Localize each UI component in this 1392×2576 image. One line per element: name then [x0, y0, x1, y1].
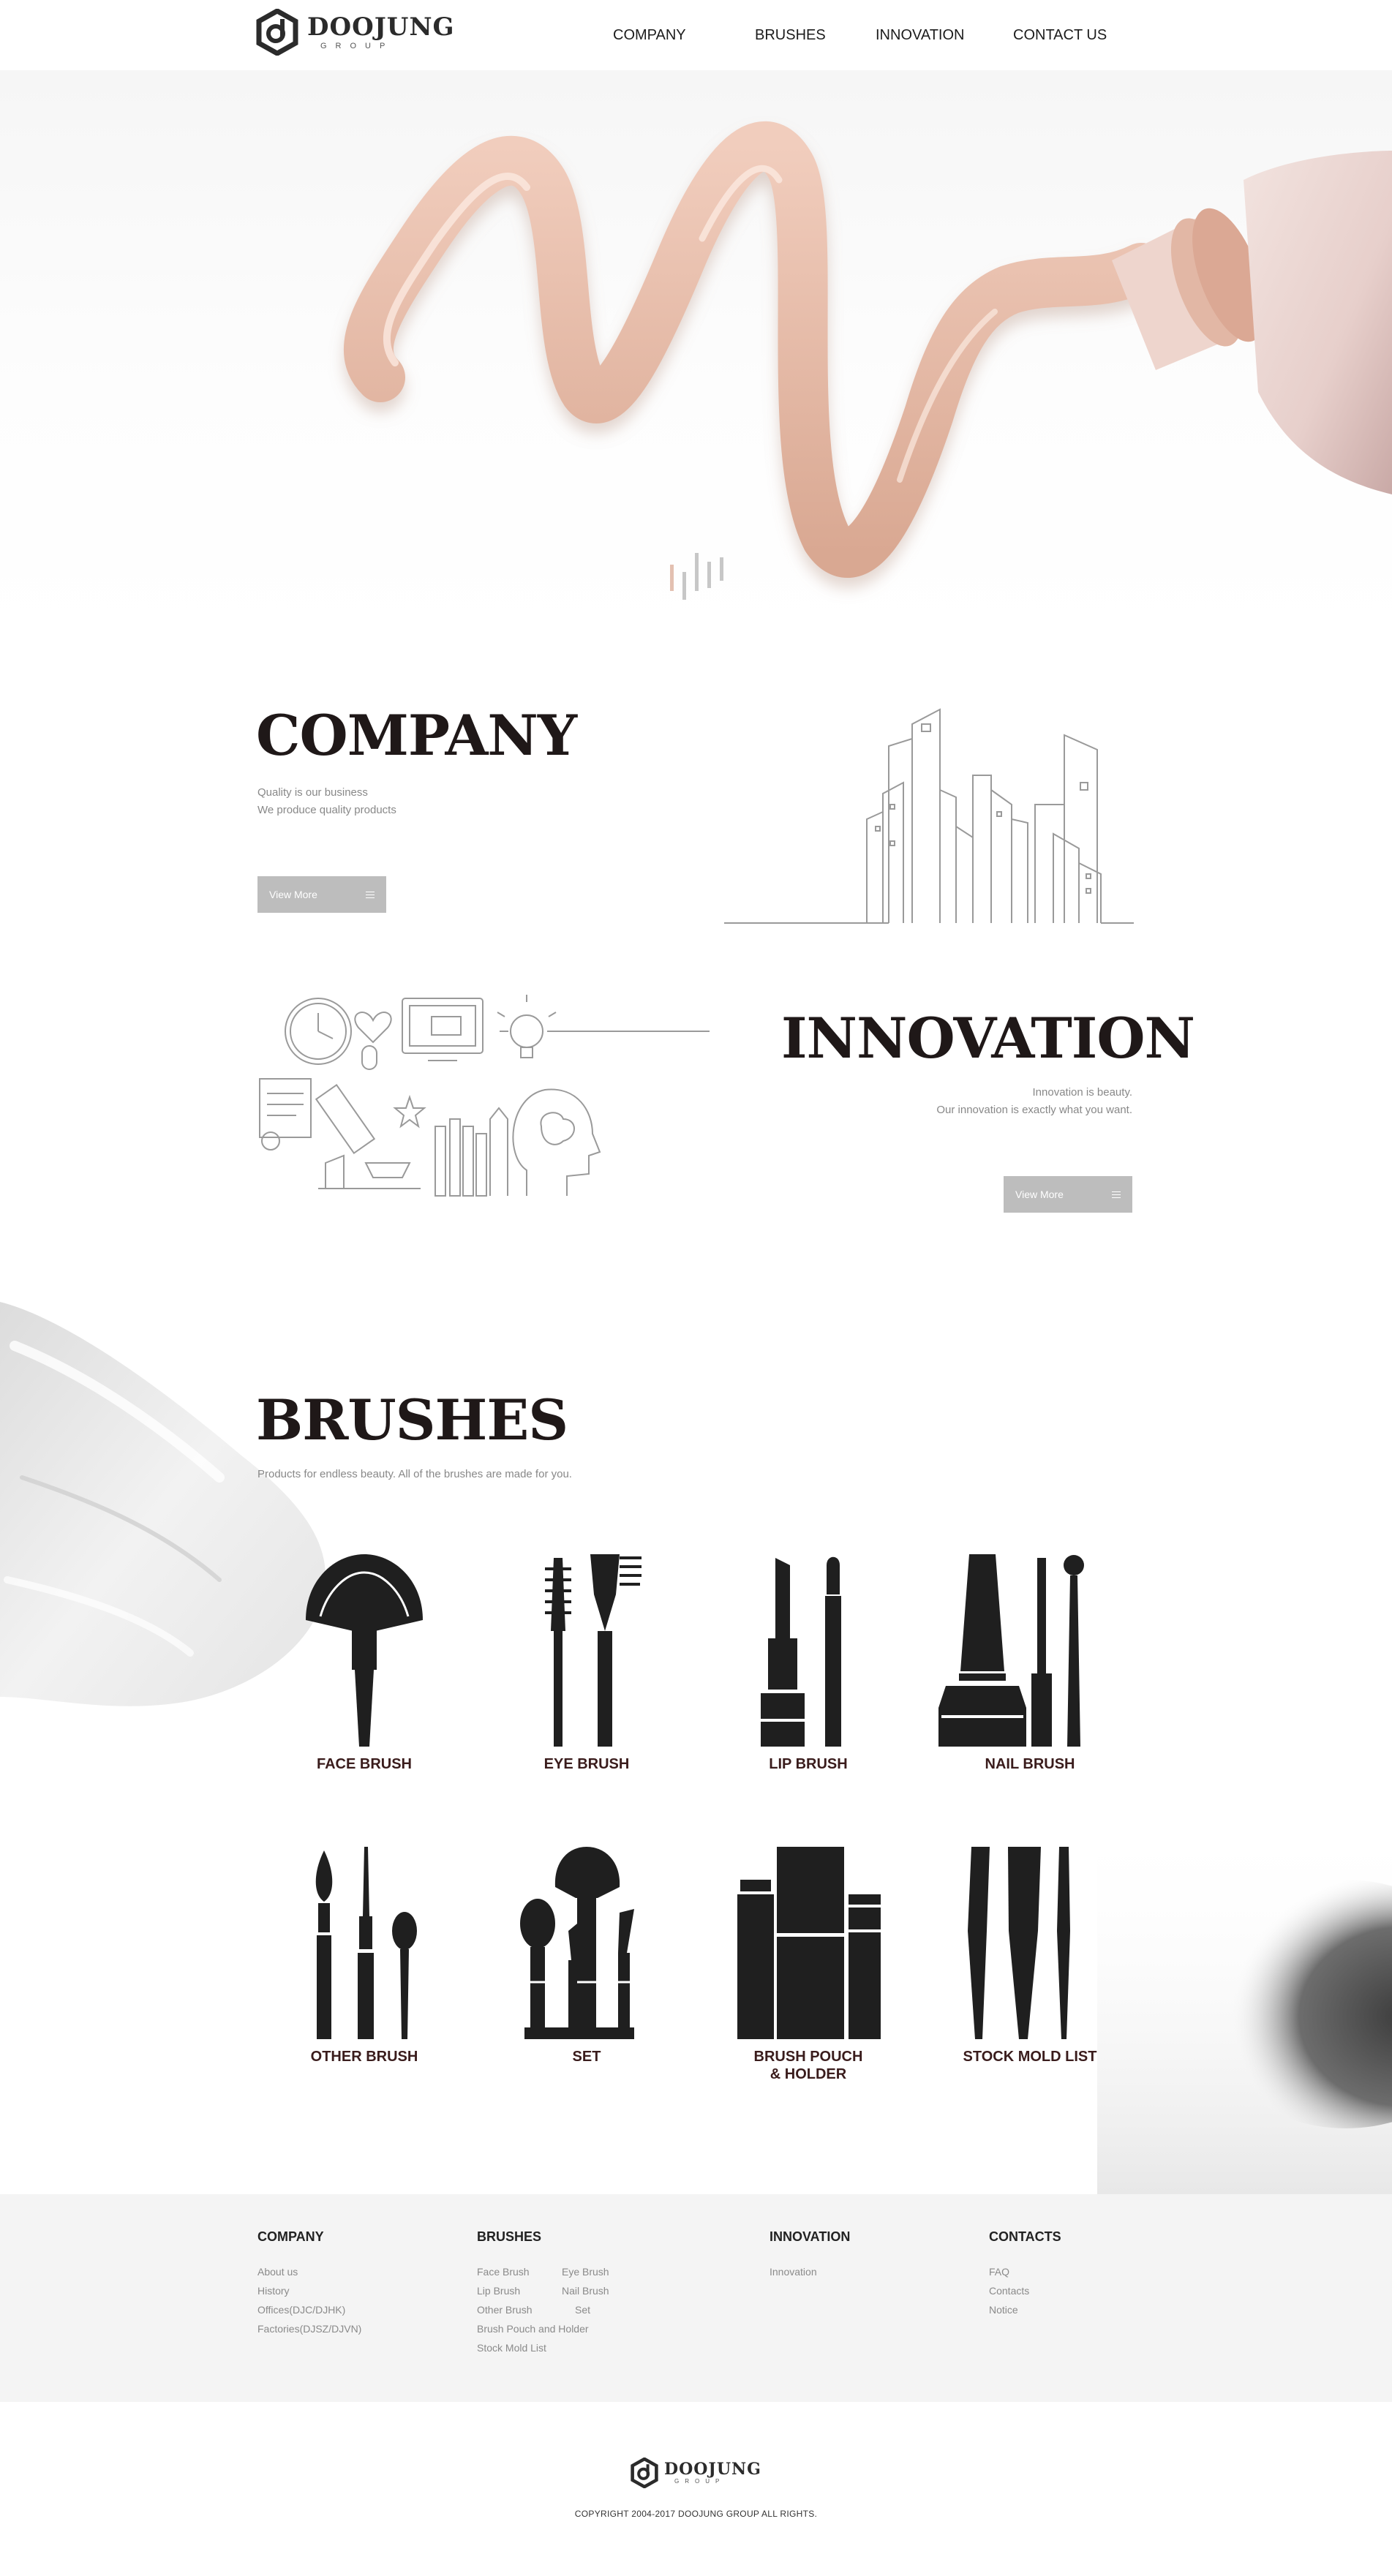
brush-category-face[interactable]: FACE BRUSH: [273, 1551, 456, 1773]
innovation-description: Innovation is beauty. Our innovation is …: [878, 1084, 1132, 1119]
brush-photo-image: [1097, 1814, 1392, 2194]
footer-link-faq[interactable]: FAQ: [989, 2262, 1179, 2281]
brush-set-icon: [520, 1847, 634, 2039]
innovation-line-2: Our innovation is exactly what you want.: [936, 1104, 1132, 1116]
footer-link-face-brush[interactable]: Face Brush: [477, 2262, 562, 2281]
innovation-view-more-button[interactable]: View More: [1004, 1176, 1132, 1213]
footer-link-eye-brush[interactable]: Eye Brush: [562, 2262, 664, 2281]
copyright-text: COPYRIGHT 2004-2017 DOOJUNG GROUP ALL RI…: [574, 2509, 818, 2519]
footer-link-about-us[interactable]: About us: [257, 2262, 448, 2281]
nav-contact-us[interactable]: CONTACT US: [1013, 27, 1107, 44]
brush-category-other[interactable]: OTHER BRUSH: [273, 1843, 456, 2065]
menu-icon: [366, 891, 375, 898]
brush-label: STOCK MOLD LIST: [963, 2049, 1097, 2065]
footer-link-other-brush[interactable]: Other Brush: [477, 2300, 562, 2319]
brush-category-eye[interactable]: EYE BRUSH: [495, 1551, 678, 1773]
footer-link-pouch-holder[interactable]: Brush Pouch and Holder: [477, 2319, 718, 2338]
footer-column-contacts: CONTACTS FAQ Contacts Notice: [989, 2229, 1179, 2319]
other-brush-icon: [315, 1847, 417, 2039]
city-skyline-illustration: [724, 708, 1134, 924]
company-description: Quality is our business We produce quali…: [257, 784, 396, 819]
doojung-logo-icon: [631, 2458, 658, 2488]
brush-category-pouch-holder[interactable]: BRUSH POUCH & HOLDER: [717, 1843, 900, 2083]
logo-sub: GROUP: [320, 41, 394, 50]
brush-label: LIP BRUSH: [769, 1756, 848, 1772]
logo-sub: GROUP: [674, 2478, 726, 2485]
stock-mold-icon: [968, 1847, 1070, 2039]
footer-column-title: BRUSHES: [477, 2229, 542, 2244]
brush-label: NAIL BRUSH: [985, 1756, 1075, 1772]
footer-column-title: INNOVATION: [770, 2229, 851, 2244]
logo-name: DOOJUNG: [307, 12, 455, 42]
footer-link-innovation[interactable]: Innovation: [770, 2262, 960, 2281]
footer-column-title: COMPANY: [257, 2229, 324, 2244]
logo-name: DOOJUNG: [664, 2460, 761, 2479]
company-line-2: We produce quality products: [257, 804, 396, 816]
brush-pouch-icon: [737, 1847, 881, 2039]
brush-label: SET: [572, 2049, 601, 2065]
footer-column-title: CONTACTS: [989, 2229, 1061, 2244]
footer-link-factories[interactable]: Factories(DJSZ/DJVN): [257, 2319, 448, 2338]
footer-link-notice[interactable]: Notice: [989, 2300, 1179, 2319]
brushes-title: BRUSHES: [256, 1387, 568, 1453]
nav-brushes[interactable]: BRUSHES: [755, 27, 826, 44]
footer-column-company: COMPANY About us History Offices(DJC/DJH…: [257, 2229, 448, 2338]
brush-label: BRUSH POUCH: [753, 2049, 863, 2065]
brush-label: EYE BRUSH: [543, 1756, 630, 1772]
company-view-more-button[interactable]: View More: [257, 876, 386, 913]
brush-category-lip[interactable]: LIP BRUSH: [717, 1551, 900, 1773]
foundation-swirl-image: [344, 121, 1392, 600]
footer-links: COMPANY About us History Offices(DJC/DJH…: [0, 2194, 1392, 2402]
nav-innovation[interactable]: INNOVATION: [876, 27, 964, 44]
footer-link-nail-brush[interactable]: Nail Brush: [562, 2281, 664, 2300]
brush-label: FACE BRUSH: [316, 1756, 412, 1772]
footer-column-innovation: INNOVATION Innovation: [770, 2229, 960, 2281]
company-line-1: Quality is our business: [257, 786, 368, 799]
footer-bottom: DOOJUNG GROUP COPYRIGHT 2004-2017 DOOJUN…: [0, 2402, 1392, 2576]
brush-label: OTHER BRUSH: [310, 2049, 418, 2065]
brush-category-set[interactable]: SET: [495, 1843, 678, 2065]
footer-link-lip-brush[interactable]: Lip Brush: [477, 2281, 562, 2300]
brushes-subtitle: Products for endless beauty. All of the …: [257, 1468, 572, 1480]
site-header: DOOJUNG GROUP COMPANY BRUSHES INNOVATION…: [0, 0, 1392, 70]
lip-brush-icon: [761, 1556, 841, 1747]
brush-label-2: & HOLDER: [770, 2066, 847, 2082]
scroll-indicator-icon: [670, 553, 723, 600]
footer-link-set[interactable]: Set: [562, 2300, 664, 2319]
innovation-title: INNOVATION: [781, 1006, 1195, 1071]
header-logo[interactable]: DOOJUNG GROUP: [256, 9, 455, 56]
nail-brush-icon: [938, 1554, 1084, 1747]
eye-brush-icon: [545, 1554, 642, 1747]
hero-banner: [0, 70, 1392, 641]
company-view-more-label: View More: [269, 889, 317, 900]
innovation-line-1: Innovation is beauty.: [1032, 1086, 1132, 1099]
brush-category-stock-mold[interactable]: STOCK MOLD LIST: [938, 1843, 1121, 2065]
doojung-logo-icon: [256, 9, 298, 56]
innovation-icons-illustration: [259, 995, 710, 1197]
footer-link-history[interactable]: History: [257, 2281, 448, 2300]
brush-category-nail[interactable]: NAIL BRUSH: [938, 1551, 1121, 1773]
footer-link-stock-mold[interactable]: Stock Mold List: [477, 2338, 718, 2357]
footer-column-brushes: BRUSHES Face Brush Eye Brush Lip Brush N…: [477, 2229, 718, 2357]
nav-company[interactable]: COMPANY: [613, 27, 686, 44]
footer-logo[interactable]: DOOJUNG GROUP: [631, 2458, 761, 2488]
company-title: COMPANY: [256, 703, 577, 768]
footer-link-offices[interactable]: Offices(DJC/DJHK): [257, 2300, 448, 2319]
innovation-view-more-label: View More: [1015, 1189, 1064, 1200]
footer-link-contacts[interactable]: Contacts: [989, 2281, 1179, 2300]
face-brush-icon: [306, 1554, 423, 1747]
menu-icon: [1112, 1191, 1121, 1198]
